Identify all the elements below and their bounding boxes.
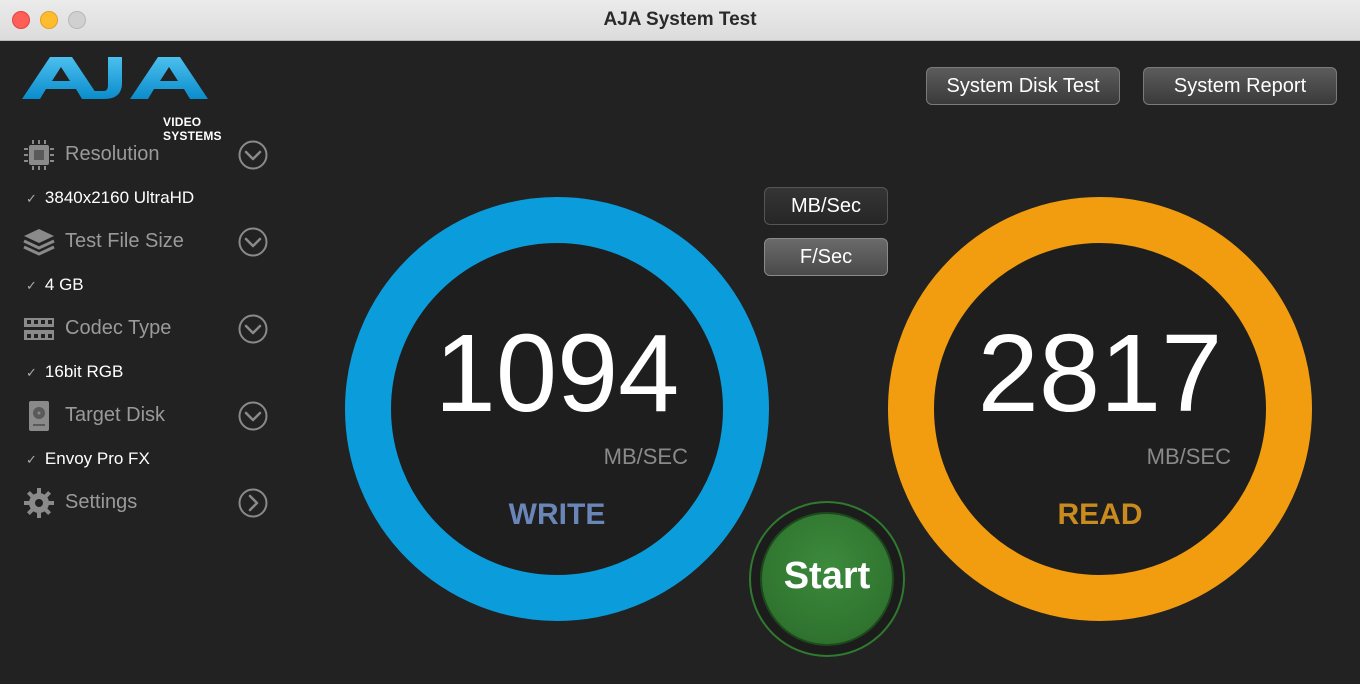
read-value: 2817 — [977, 312, 1223, 435]
f-sec-button[interactable]: F/Sec — [764, 238, 888, 276]
disk-icon — [29, 401, 49, 431]
check-icon: ✓ — [26, 365, 37, 380]
chevron-down-icon[interactable] — [238, 227, 268, 257]
start-label: Start — [783, 555, 871, 597]
read-unit: MB/SEC — [1146, 444, 1231, 469]
write-gauge: 1094 MB/SEC WRITE — [344, 196, 770, 622]
target-disk-label: Target Disk — [65, 404, 166, 426]
start-button[interactable]: Start — [749, 501, 905, 657]
resolution-value-text: 3840x2160 UltraHD — [44, 188, 195, 207]
codec-type-label: Codec Type — [65, 317, 172, 339]
write-value: 1094 — [434, 312, 680, 435]
test-file-size-value[interactable]: ✓ 4 GB — [26, 275, 84, 295]
codec-type-value-text: 16bit RGB — [44, 362, 124, 381]
check-icon: ✓ — [26, 278, 37, 293]
settings-label: Settings — [65, 491, 138, 513]
aja-logo: VIDEO SYSTEMS — [20, 53, 240, 143]
main-panel: VIDEO SYSTEMS System Disk Test System Re… — [0, 41, 1360, 684]
chevron-right-icon[interactable] — [238, 488, 268, 518]
window-title: AJA System Test — [603, 9, 757, 30]
read-label: READ — [1057, 498, 1143, 531]
target-disk-value[interactable]: ✓ Envoy Pro FX — [26, 449, 150, 469]
target-disk-value-text: Envoy Pro FX — [44, 449, 150, 468]
chip-icon — [24, 140, 54, 170]
layers-icon — [23, 229, 55, 256]
film-icon — [24, 318, 54, 340]
resolution-value[interactable]: ✓ 3840x2160 UltraHD — [26, 188, 194, 208]
settings-section[interactable]: Settings — [22, 484, 272, 524]
gear-icon — [24, 488, 54, 518]
check-icon: ✓ — [26, 452, 37, 467]
test-file-size-value-text: 4 GB — [44, 275, 84, 294]
test-file-size-label: Test File Size — [65, 230, 184, 252]
chevron-down-icon[interactable] — [238, 314, 268, 344]
resolution-section[interactable]: Resolution — [22, 136, 272, 176]
resolution-label: Resolution — [65, 143, 160, 165]
target-disk-section[interactable]: Target Disk — [22, 397, 272, 437]
check-icon: ✓ — [26, 191, 37, 206]
codec-type-value[interactable]: ✓ 16bit RGB — [26, 362, 123, 382]
aja-logo-mark — [22, 57, 208, 99]
title-bar: AJA System Test — [0, 0, 1360, 41]
write-label: WRITE — [508, 498, 606, 531]
test-file-size-section[interactable]: Test File Size — [22, 223, 272, 263]
system-disk-test-button[interactable]: System Disk Test — [926, 67, 1120, 105]
read-gauge: 2817 MB/SEC READ — [887, 196, 1313, 622]
chevron-down-icon[interactable] — [238, 401, 268, 431]
write-unit: MB/SEC — [603, 444, 688, 469]
mb-sec-button[interactable]: MB/Sec — [764, 187, 888, 225]
codec-type-section[interactable]: Codec Type — [22, 310, 272, 350]
chevron-down-icon[interactable] — [238, 140, 268, 170]
system-report-button[interactable]: System Report — [1143, 67, 1337, 105]
